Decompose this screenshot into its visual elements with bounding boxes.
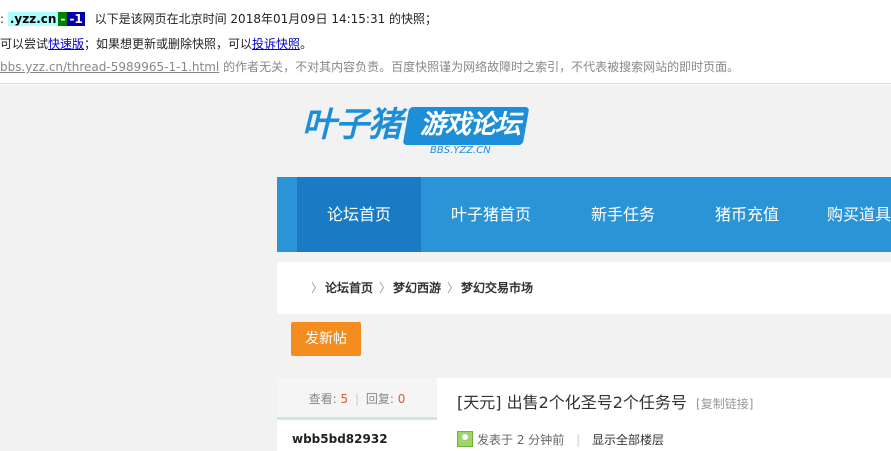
thread-stats: 查看: 5 | 回复: 0 [277,378,437,420]
thread-main: [天元] 出售2个化圣号2个任务号 [复制链接] 发表于 2 分钟前 | 显示全… [437,378,891,451]
thread-author-panel: 查看: 5 | 回复: 0 wbb5bd82932 [277,378,437,451]
snapshot-time-text: 以下是该网页在北京时间 2018年01月09日 14:15:31 的快照； [94,12,438,26]
views-label: 查看: [308,392,337,406]
author-username[interactable]: wbb5bd82932 [292,432,388,446]
snapshot-options-line: 可以尝试快速版；如果想更新或删除快照，可以投诉快照。 [0,35,312,53]
snapshot-options-post: 。 [300,37,313,51]
breadcrumb: 〉 论坛首页 〉 梦幻西游 〉 梦幻交易市场 [277,262,891,314]
main-nav: 论坛首页 叶子猪首页 新手任务 猪币充值 购买道具 [277,177,891,252]
user-avatar-icon [457,431,473,447]
breadcrumb-chevron-icon: 〉 [447,281,460,295]
snapshot-lead: : [0,12,5,26]
snapshot-banner: : .yzz.cn - -1 以下是该网页在北京时间 2018年01月09日 14:… [0,0,891,84]
breadcrumb-trade-market[interactable]: 梦幻交易市场 [461,262,533,314]
views-count: 5 [340,392,349,406]
nav-item-coin-recharge[interactable]: 猪币充值 [685,177,809,252]
copy-link-button[interactable]: [复制链接] [696,397,753,411]
site-logo[interactable]: 叶子猪 游戏论坛 BBS.YZZ.CN [302,103,530,163]
thread-title: [天元] 出售2个化圣号2个任务号 [457,393,687,412]
nav-item-forum-home[interactable]: 论坛首页 [297,177,421,252]
snapshot-info-line: : .yzz.cn - -1 以下是该网页在北京时间 2018年01月09日 14:… [0,10,437,28]
snapshot-disclaimer-line: bbs.yzz.cn/thread-5989965-1-1.html 的作者无关… [0,58,739,76]
nav-item-newbie-tasks[interactable]: 新手任务 [561,177,685,252]
breadcrumb-chevron-icon: 〉 [311,281,324,295]
show-all-floors-link[interactable]: 显示全部楼层 [592,433,664,447]
breadcrumb-chevron-icon: 〉 [379,281,392,295]
snapshot-options-mid: ；如果想更新或删除快照，可以 [84,37,253,51]
new-post-button[interactable]: 发新帖 [291,322,361,356]
breadcrumb-forum-home[interactable]: 论坛首页 [325,262,373,314]
posted-prefix: 发表于 [477,433,514,447]
posted-time: 2 分钟前 [516,433,565,447]
snapshot-source-url-link[interactable]: bbs.yzz.cn/thread-5989965-1-1.html [0,60,219,74]
post-meta: 发表于 2 分钟前 | 显示全部楼层 [457,431,664,448]
logo-main-text: 叶子猪 [302,105,402,145]
replies-label: 回复: [365,392,394,406]
snapshot-options-pre: 可以尝试 [0,37,49,51]
meta-divider: | [576,433,581,447]
replies-count: 0 [397,392,406,406]
nav-item-yzz-home[interactable]: 叶子猪首页 [421,177,561,252]
breadcrumb-mhxy[interactable]: 梦幻西游 [393,262,441,314]
logo-subtitle: BBS.YZZ.CN [430,145,491,156]
nav-item-buy-items[interactable]: 购买道具 [827,177,891,252]
snapshot-highlight-page: -1 [67,12,85,26]
thread-title-row: [天元] 出售2个化圣号2个任务号 [复制链接] [457,392,753,415]
complain-snapshot-link[interactable]: 投诉快照 [252,37,300,51]
snapshot-highlight-domain: .yzz.cn [7,12,59,26]
fast-version-link[interactable]: 快速版 [48,37,84,51]
logo-badge-text: 游戏论坛 [420,110,521,140]
stats-divider: | [354,392,360,406]
snapshot-disclaimer-text: 的作者无关，不对其内容负责。百度快照谨为网络故障时之索引，不代表被搜索网站的即时… [223,60,740,74]
